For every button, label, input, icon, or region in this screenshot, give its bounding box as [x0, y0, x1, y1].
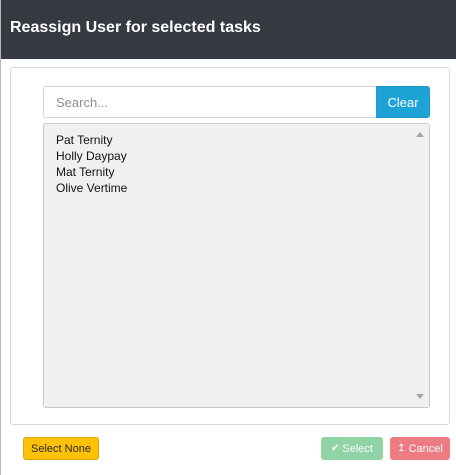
user-selection-panel: Clear Pat Ternity Holly Daypay Mat Terni…	[10, 67, 450, 425]
scroll-down-arrow-icon[interactable]	[416, 394, 424, 399]
list-item[interactable]: Olive Vertime	[56, 180, 127, 196]
select-button[interactable]: ✔ Select	[321, 437, 383, 460]
scroll-up-arrow-icon[interactable]	[416, 132, 424, 137]
select-none-label: Select None	[31, 442, 91, 455]
dialog-header: Reassign User for selected tasks	[1, 0, 456, 59]
user-listbox[interactable]: Pat Ternity Holly Daypay Mat Ternity Oli…	[43, 123, 430, 408]
list-item[interactable]: Holly Daypay	[56, 148, 127, 164]
user-list: Pat Ternity Holly Daypay Mat Ternity Oli…	[56, 132, 127, 196]
reassign-user-dialog: Reassign User for selected tasks Clear P…	[0, 0, 456, 475]
listbox-scrollbar[interactable]	[412, 124, 429, 407]
list-item[interactable]: Mat Ternity	[56, 164, 127, 180]
search-input[interactable]	[43, 86, 376, 118]
arrow-up-icon: ↥	[397, 443, 406, 454]
select-none-button[interactable]: Select None	[23, 437, 99, 460]
cancel-button[interactable]: ↥ Cancel	[390, 437, 450, 460]
search-bar: Clear	[43, 86, 430, 118]
list-item[interactable]: Pat Ternity	[56, 132, 127, 148]
clear-button[interactable]: Clear	[376, 86, 430, 118]
check-icon: ✔	[331, 443, 340, 454]
select-label: Select	[342, 442, 373, 455]
dialog-title: Reassign User for selected tasks	[10, 19, 261, 36]
cancel-label: Cancel	[408, 442, 443, 455]
